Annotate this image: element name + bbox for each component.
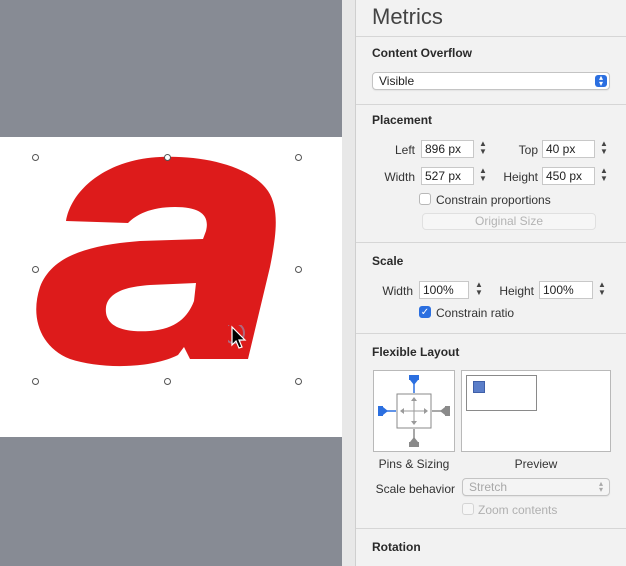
selection-handle[interactable] <box>32 378 39 385</box>
pins-diagram <box>378 375 450 447</box>
panel-divider <box>342 0 356 566</box>
left-stepper[interactable]: ▲ ▼ <box>478 140 488 158</box>
top-stepper[interactable]: ▲ ▼ <box>599 140 609 158</box>
inspector-panel: Metrics Content Overflow Visible ▴ ▾ Plac… <box>356 0 626 566</box>
constrain-proportions-label: Constrain proportions <box>436 193 551 207</box>
pin-icon-left[interactable] <box>378 406 396 416</box>
pointer-cursor-icon <box>228 325 247 349</box>
scale-width-label: Width <box>382 284 413 298</box>
layout-preview <box>461 370 611 452</box>
selection-handle[interactable] <box>295 154 302 161</box>
scale-width-stepper[interactable]: ▲ ▼ <box>474 281 484 299</box>
scale-height-label: Height <box>499 284 534 298</box>
constrain-proportions-checkbox[interactable] <box>419 193 431 205</box>
rotation-heading: Rotation <box>372 540 421 554</box>
artboard[interactable] <box>0 137 342 437</box>
top-field[interactable]: 40 px <box>542 140 595 158</box>
separator <box>356 242 626 243</box>
scale-height-stepper[interactable]: ▲ ▼ <box>597 281 607 299</box>
popup-arrows-icon: ▴ ▾ <box>595 74 607 88</box>
selection-handle[interactable] <box>164 154 171 161</box>
selection-handle[interactable] <box>295 378 302 385</box>
flexible-layout-heading: Flexible Layout <box>372 345 460 359</box>
constrain-ratio-label: Constrain ratio <box>436 306 515 320</box>
pin-icon-bottom[interactable] <box>409 429 419 447</box>
canvas-area[interactable] <box>0 0 342 566</box>
pins-sizing-control[interactable] <box>373 370 455 452</box>
height-label: Height <box>503 170 538 184</box>
scale-behavior-select[interactable]: Stretch ▴ ▾ <box>462 478 610 496</box>
separator <box>356 333 626 334</box>
scale-behavior-value: Stretch <box>469 480 508 494</box>
left-field[interactable]: 896 px <box>421 140 474 158</box>
placement-heading: Placement <box>372 113 433 127</box>
height-field[interactable]: 450 px <box>542 167 595 185</box>
scale-heading: Scale <box>372 254 404 268</box>
top-label: Top <box>518 143 538 157</box>
content-overflow-select[interactable]: Visible ▴ ▾ <box>372 72 610 90</box>
zoom-contents-checkbox[interactable] <box>462 503 474 515</box>
width-label: Width <box>384 170 415 184</box>
content-overflow-value: Visible <box>379 74 415 88</box>
selection-handle[interactable] <box>32 266 39 273</box>
popup-arrows-icon: ▴ ▾ <box>598 479 603 494</box>
preview-object <box>473 381 485 393</box>
left-label: Left <box>394 143 415 157</box>
pin-icon-top[interactable] <box>409 375 419 393</box>
height-stepper[interactable]: ▲ ▼ <box>599 167 609 185</box>
separator <box>356 528 626 529</box>
checkmark-icon: ✓ <box>420 307 430 318</box>
inspector-title: Metrics <box>372 4 443 29</box>
scale-height-field[interactable]: 100% <box>539 281 593 299</box>
pins-sizing-caption: Pins & Sizing <box>378 457 450 471</box>
constrain-ratio-checkbox[interactable]: ✓ <box>419 306 431 318</box>
width-field[interactable]: 527 px <box>421 167 474 185</box>
selection-handle[interactable] <box>295 266 302 273</box>
selection-handle[interactable] <box>32 154 39 161</box>
separator <box>356 104 626 105</box>
separator <box>356 36 626 37</box>
pin-icon-right[interactable] <box>432 406 450 416</box>
preview-container <box>466 375 537 411</box>
preview-caption: Preview <box>514 457 558 471</box>
letter-a-shape[interactable] <box>0 137 342 437</box>
zoom-contents-label: Zoom contents <box>478 503 558 517</box>
original-size-button[interactable]: Original Size <box>422 213 596 230</box>
scale-width-field[interactable]: 100% <box>419 281 469 299</box>
selection-handle[interactable] <box>164 378 171 385</box>
content-overflow-heading: Content Overflow <box>372 46 473 60</box>
width-stepper[interactable]: ▲ ▼ <box>478 167 488 185</box>
scale-behavior-label: Scale behavior <box>375 482 455 496</box>
